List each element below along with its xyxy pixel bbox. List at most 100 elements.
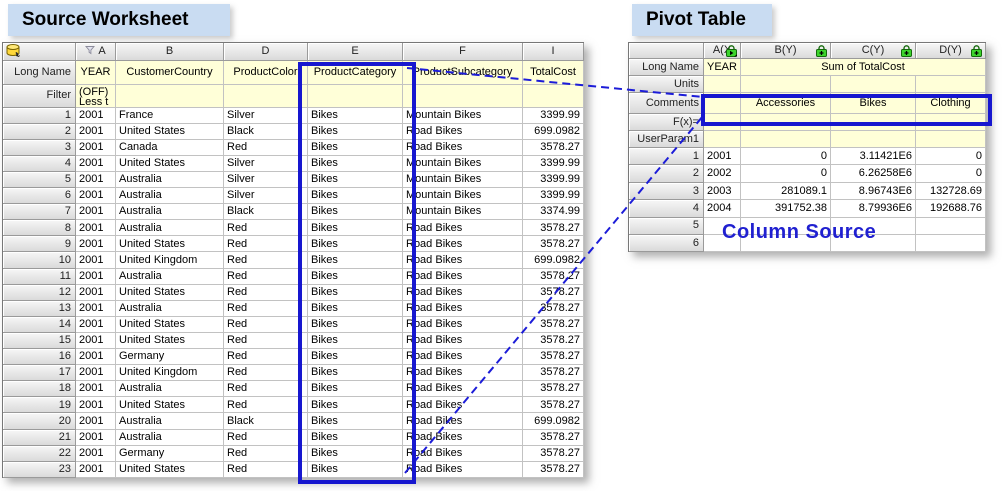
source-cell[interactable]: United Kingdom bbox=[116, 365, 224, 381]
pivot-cell[interactable] bbox=[916, 218, 986, 235]
source-cell[interactable]: United States bbox=[116, 124, 224, 140]
source-cell[interactable]: 3578.27 bbox=[523, 236, 584, 252]
source-cell[interactable]: Road Bikes bbox=[403, 269, 523, 285]
source-cell[interactable]: 3578.27 bbox=[523, 462, 584, 478]
pivot-row-header-fx[interactable]: F(x)= bbox=[629, 114, 704, 131]
source-row-header-3[interactable]: 3 bbox=[3, 140, 76, 156]
source-row-header-22[interactable]: 22 bbox=[3, 446, 76, 462]
source-cell[interactable]: Bikes bbox=[308, 349, 403, 365]
filter-icon[interactable] bbox=[85, 45, 95, 55]
source-cell[interactable]: Bikes bbox=[308, 317, 403, 333]
source-cell[interactable]: 3578.27 bbox=[523, 397, 584, 413]
source-cell[interactable]: 699.0982 bbox=[523, 252, 584, 268]
source-cell[interactable]: Road Bikes bbox=[403, 413, 523, 429]
source-filter-cell[interactable] bbox=[403, 85, 523, 108]
pivot-row-header-5[interactable]: 5 bbox=[629, 218, 704, 235]
source-cell[interactable]: Road Bikes bbox=[403, 430, 523, 446]
source-cell[interactable]: 3578.27 bbox=[523, 446, 584, 462]
source-cell[interactable]: Road Bikes bbox=[403, 252, 523, 268]
source-cell[interactable]: Australia bbox=[116, 430, 224, 446]
pivot-row-header-1[interactable]: 1 bbox=[629, 148, 704, 165]
source-row-header-5[interactable]: 5 bbox=[3, 172, 76, 188]
source-cell[interactable]: Red bbox=[224, 269, 308, 285]
source-col-header-D[interactable]: D bbox=[224, 43, 308, 61]
source-row-header-17[interactable]: 17 bbox=[3, 365, 76, 381]
pivot-userparam-cell[interactable] bbox=[741, 131, 831, 148]
pivot-cell[interactable]: 8.79936E6 bbox=[831, 200, 916, 217]
source-cell[interactable]: 3578.27 bbox=[523, 220, 584, 236]
source-longname-cell[interactable]: ProductColor bbox=[224, 61, 308, 85]
source-cell[interactable]: Bikes bbox=[308, 220, 403, 236]
source-cell[interactable]: Australia bbox=[116, 413, 224, 429]
pivot-cell[interactable]: 3.11421E6 bbox=[831, 148, 916, 165]
source-cell[interactable]: Mountain Bikes bbox=[403, 204, 523, 220]
source-cell[interactable]: Bikes bbox=[308, 365, 403, 381]
source-cell[interactable]: Red bbox=[224, 349, 308, 365]
source-col-header-A[interactable]: A bbox=[76, 43, 116, 61]
pivot-cell[interactable]: 0 bbox=[741, 165, 831, 182]
pivot-col-header-0[interactable]: A(X bbox=[704, 43, 741, 59]
source-cell[interactable]: 3399.99 bbox=[523, 188, 584, 204]
source-cell[interactable]: 2001 bbox=[76, 462, 116, 478]
pivot-cell[interactable]: 2002 bbox=[704, 165, 741, 182]
source-cell[interactable]: Silver bbox=[224, 188, 308, 204]
pivot-row-header-6[interactable]: 6 bbox=[629, 235, 704, 252]
lock-run-icon[interactable] bbox=[725, 44, 738, 57]
source-cell[interactable]: 2001 bbox=[76, 220, 116, 236]
source-cell[interactable]: 3578.27 bbox=[523, 430, 584, 446]
source-cell[interactable]: Bikes bbox=[308, 269, 403, 285]
pivot-comments-cell[interactable] bbox=[704, 93, 741, 114]
source-filter-cell[interactable] bbox=[116, 85, 224, 108]
source-cell[interactable]: Bikes bbox=[308, 124, 403, 140]
pivot-corner-cell[interactable] bbox=[629, 43, 704, 59]
pivot-cell[interactable]: 6.26258E6 bbox=[831, 165, 916, 182]
source-row-header-11[interactable]: 11 bbox=[3, 269, 76, 285]
source-cell[interactable]: 2001 bbox=[76, 446, 116, 462]
lock-plus-icon[interactable] bbox=[815, 44, 828, 57]
source-row-header-10[interactable]: 10 bbox=[3, 252, 76, 268]
source-cell[interactable]: 2001 bbox=[76, 349, 116, 365]
source-cell[interactable]: 3578.27 bbox=[523, 140, 584, 156]
pivot-units-cell[interactable] bbox=[916, 76, 986, 93]
pivot-row-header-userparam1[interactable]: UserParam1 bbox=[629, 131, 704, 148]
source-cell[interactable]: Bikes bbox=[308, 446, 403, 462]
pivot-userparam-cell[interactable] bbox=[831, 131, 916, 148]
source-cell[interactable]: 3578.27 bbox=[523, 301, 584, 317]
source-cell[interactable]: Bikes bbox=[308, 397, 403, 413]
source-cell[interactable]: Australia bbox=[116, 172, 224, 188]
pivot-fx-cell[interactable] bbox=[831, 114, 916, 131]
source-row-header-18[interactable]: 18 bbox=[3, 381, 76, 397]
pivot-longname-merged[interactable]: Sum of TotalCost bbox=[741, 59, 986, 76]
pivot-row-header-4[interactable]: 4 bbox=[629, 200, 704, 217]
source-cell[interactable]: 2001 bbox=[76, 413, 116, 429]
source-row-header-filter[interactable]: Filter bbox=[3, 85, 76, 108]
source-longname-cell[interactable]: TotalCost bbox=[523, 61, 584, 85]
source-cell[interactable]: Mountain Bikes bbox=[403, 188, 523, 204]
pivot-col-header-1[interactable]: B(Y) bbox=[741, 43, 831, 59]
source-cell[interactable]: Mountain Bikes bbox=[403, 156, 523, 172]
pivot-cell[interactable] bbox=[916, 235, 986, 252]
source-cell[interactable]: 2001 bbox=[76, 188, 116, 204]
pivot-row-header-3[interactable]: 3 bbox=[629, 183, 704, 200]
pivot-fx-cell[interactable] bbox=[916, 114, 986, 131]
source-filter-cell[interactable]: (OFF)Less t bbox=[76, 85, 116, 108]
source-cell[interactable]: 3399.99 bbox=[523, 172, 584, 188]
source-cell[interactable]: Red bbox=[224, 446, 308, 462]
source-cell[interactable]: Bikes bbox=[308, 381, 403, 397]
source-row-header-4[interactable]: 4 bbox=[3, 156, 76, 172]
source-cell[interactable]: Road Bikes bbox=[403, 301, 523, 317]
source-cell[interactable]: Road Bikes bbox=[403, 349, 523, 365]
source-cell[interactable]: Road Bikes bbox=[403, 381, 523, 397]
source-cell[interactable]: 2001 bbox=[76, 204, 116, 220]
source-cell[interactable]: Bikes bbox=[308, 285, 403, 301]
source-cell[interactable]: Australia bbox=[116, 269, 224, 285]
source-cell[interactable]: Road Bikes bbox=[403, 220, 523, 236]
source-row-header-21[interactable]: 21 bbox=[3, 430, 76, 446]
source-cell[interactable]: Bikes bbox=[308, 301, 403, 317]
source-cell[interactable]: 2001 bbox=[76, 108, 116, 124]
lock-plus-icon[interactable] bbox=[900, 44, 913, 57]
source-cell[interactable]: 2001 bbox=[76, 285, 116, 301]
source-longname-cell[interactable]: ProductSubcategory bbox=[403, 61, 523, 85]
source-cell[interactable]: United Kingdom bbox=[116, 252, 224, 268]
pivot-row-header-comments[interactable]: Comments bbox=[629, 93, 704, 114]
